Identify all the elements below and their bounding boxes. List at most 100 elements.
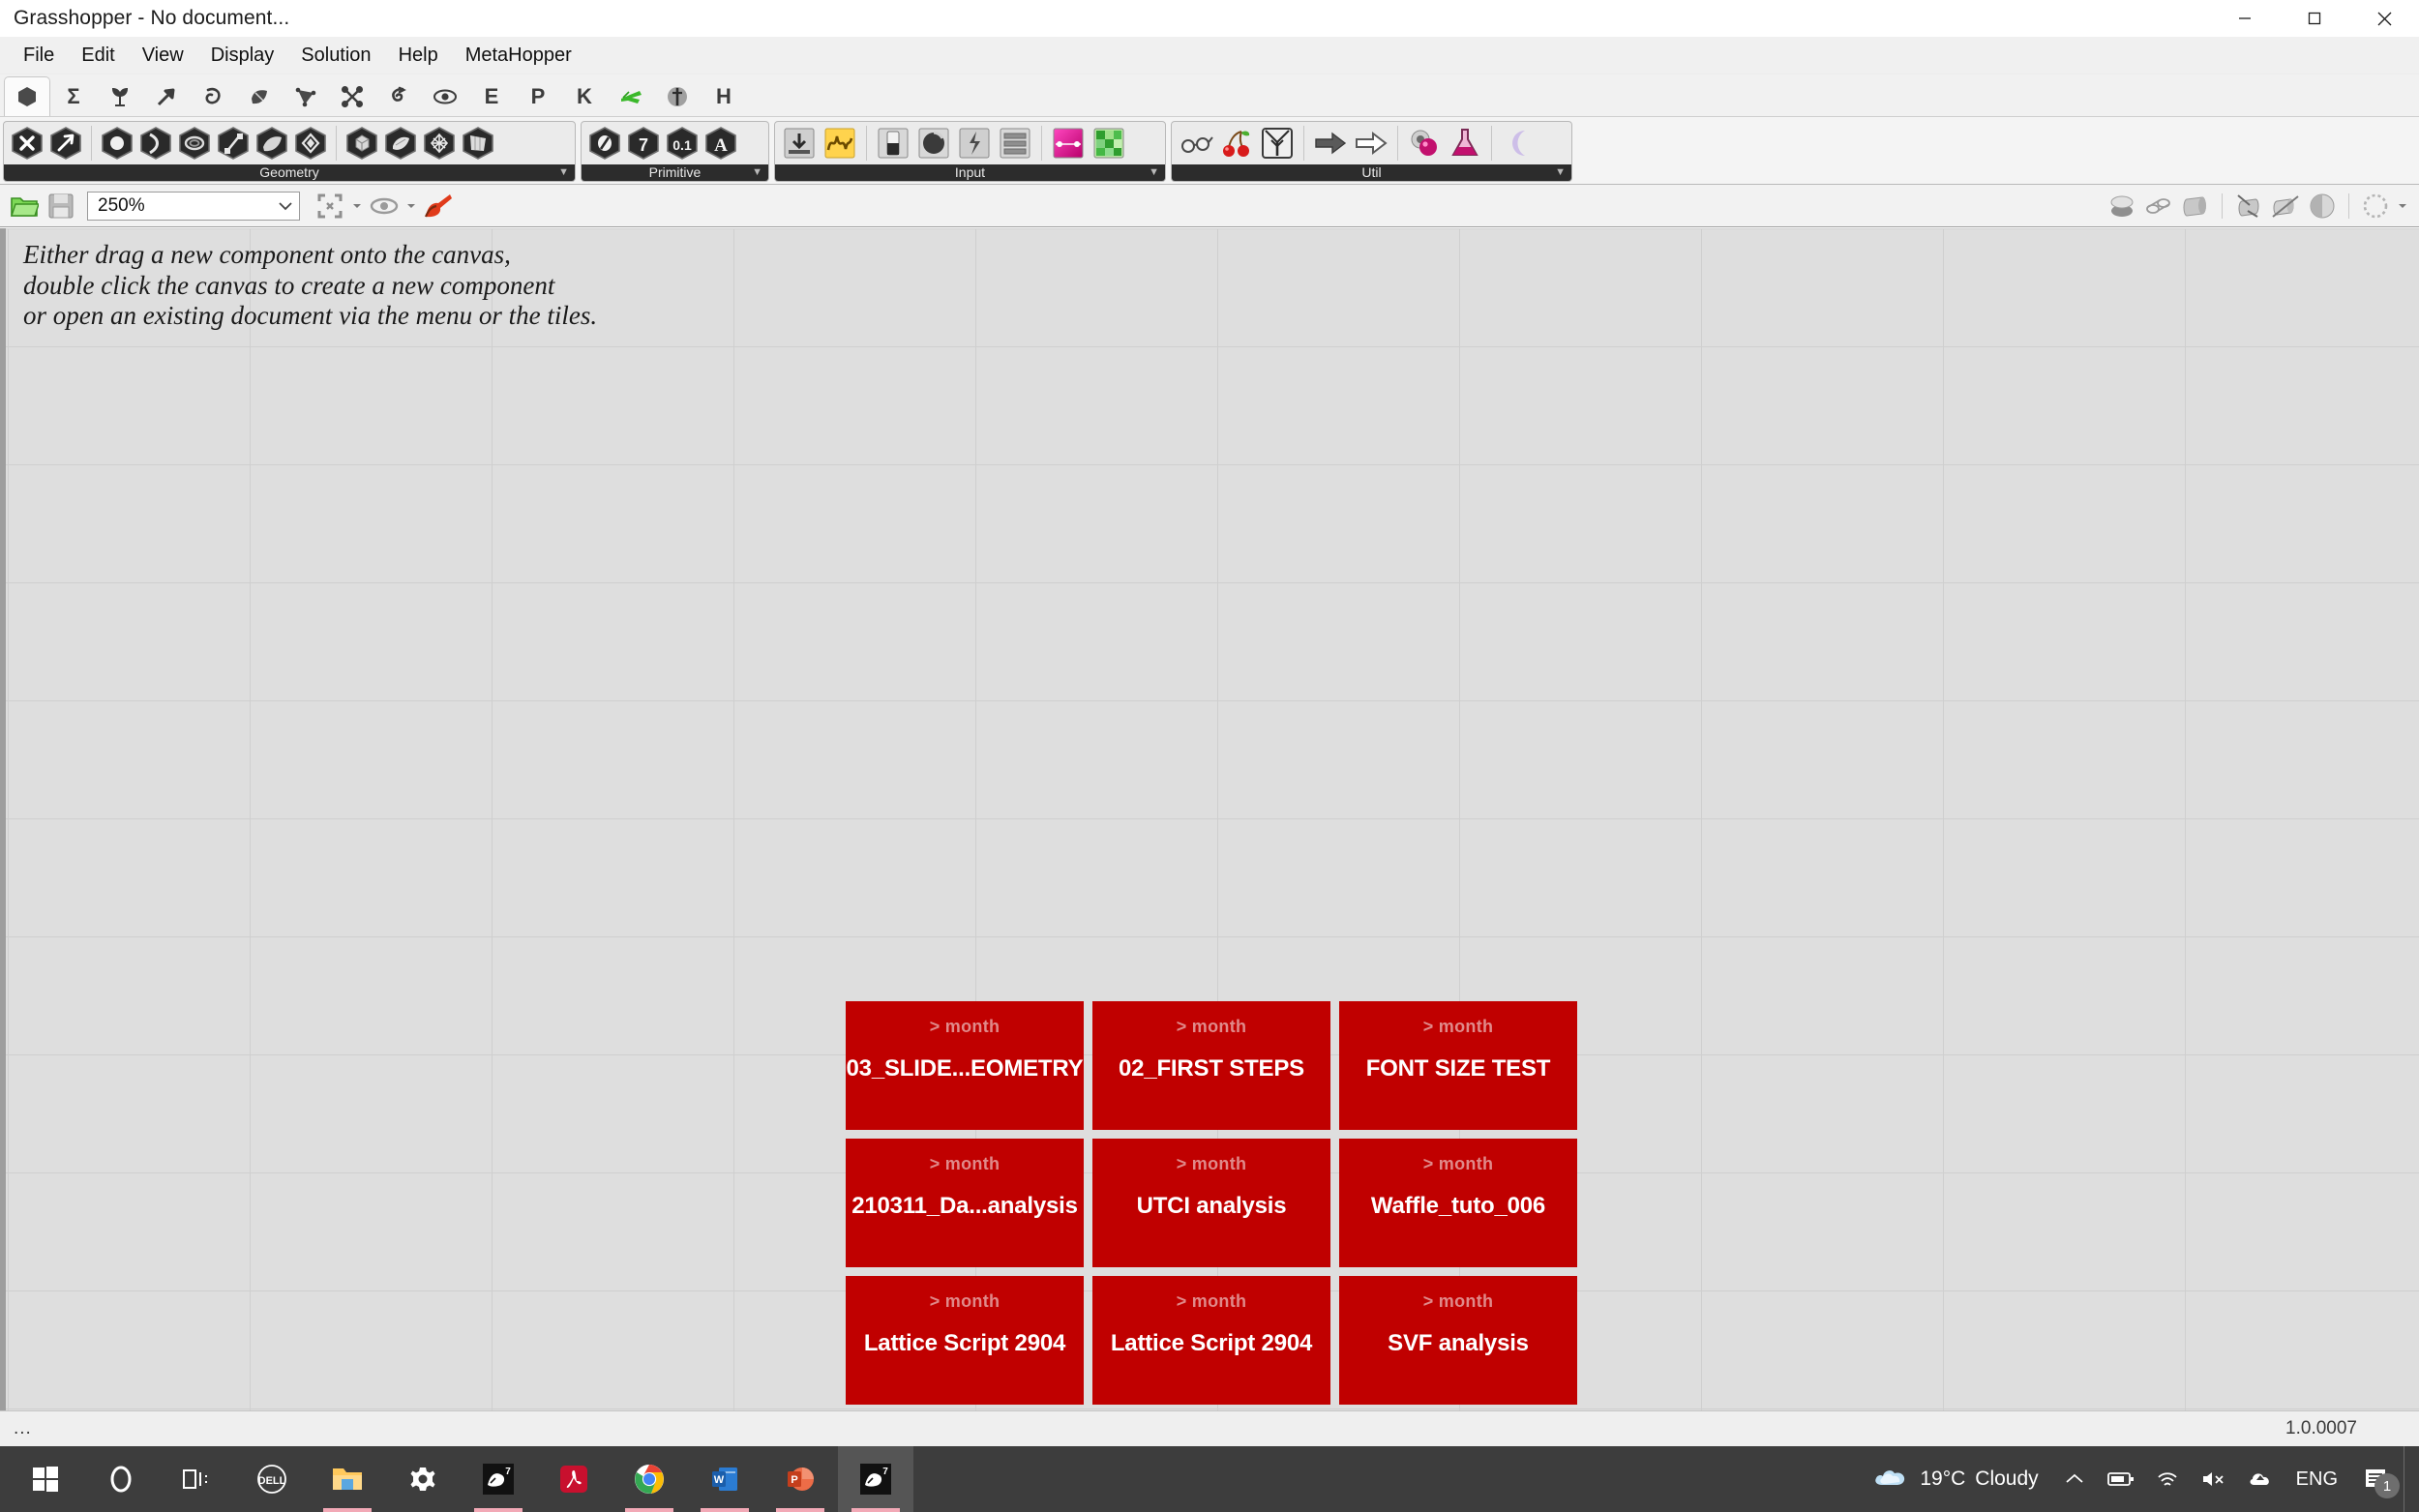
- hex-mesh-icon[interactable]: [381, 124, 420, 163]
- ribbon-tab-intersect[interactable]: [329, 76, 375, 116]
- moon-icon[interactable]: [1498, 124, 1538, 163]
- show-desktop-button[interactable]: [2404, 1446, 2413, 1512]
- document-tile[interactable]: > month 02_FIRST STEPS: [1092, 1001, 1330, 1130]
- menu-view[interactable]: View: [129, 43, 197, 68]
- primitive-group-label[interactable]: Primitive ▼: [582, 164, 768, 181]
- hex-subd-icon[interactable]: [459, 124, 497, 163]
- rhino-window[interactable]: 7: [838, 1446, 913, 1512]
- outline-arrow-icon[interactable]: [1351, 124, 1391, 163]
- menu-metahopper[interactable]: MetaHopper: [452, 43, 585, 68]
- weather-widget[interactable]: 19°C Cloudy: [1860, 1465, 2049, 1495]
- ribbon-tab-kangaroo[interactable]: K: [561, 76, 608, 116]
- start-button[interactable]: [8, 1446, 83, 1512]
- hex-letter-a-icon[interactable]: A: [702, 124, 740, 163]
- hex-meshface-icon[interactable]: [420, 124, 459, 163]
- document-tile[interactable]: > month 03_SLIDE...EOMETRY: [846, 1001, 1084, 1130]
- glasses-icon[interactable]: [1176, 124, 1216, 163]
- language-indicator[interactable]: ENG: [2285, 1468, 2349, 1491]
- input-group-label[interactable]: Input ▼: [775, 164, 1165, 181]
- document-tile[interactable]: > month 210311_Da...analysis: [846, 1139, 1084, 1267]
- hex-seven-icon[interactable]: 7: [624, 124, 663, 163]
- menu-help[interactable]: Help: [385, 43, 452, 68]
- file-explorer-app[interactable]: [310, 1446, 385, 1512]
- zoom-extents-dropdown[interactable]: [348, 190, 366, 222]
- hex-x-icon[interactable]: [8, 124, 46, 163]
- powerpoint-app[interactable]: P: [762, 1446, 838, 1512]
- cloud-upload-icon[interactable]: [2238, 1446, 2283, 1512]
- task-view-button[interactable]: [159, 1446, 234, 1512]
- ribbon-tab-surface[interactable]: [236, 76, 283, 116]
- ribbon-tab-grasshopper-plugin[interactable]: [608, 76, 654, 116]
- paintbrush-icon[interactable]: [420, 190, 457, 222]
- ribbon-tab-mesh[interactable]: [283, 76, 329, 116]
- hex-box-icon[interactable]: [343, 124, 381, 163]
- colour-swatch-icon[interactable]: [1089, 124, 1129, 163]
- mesh-preview-icon[interactable]: [2104, 190, 2140, 222]
- document-tile[interactable]: > month SVF analysis: [1339, 1276, 1577, 1405]
- save-disk-icon[interactable]: [43, 190, 79, 222]
- menu-file[interactable]: File: [10, 43, 68, 68]
- ribbon-tab-display[interactable]: [422, 76, 468, 116]
- hex-point-icon[interactable]: [98, 124, 136, 163]
- cluster-icon[interactable]: [1404, 124, 1445, 163]
- ribbon-tab-curve[interactable]: [190, 76, 236, 116]
- speaker-muted-icon[interactable]: [2192, 1446, 2236, 1512]
- half-sphere-icon[interactable]: [2304, 190, 2341, 222]
- ribbon-tab-elefront[interactable]: E: [468, 76, 515, 116]
- shaded-preview-icon[interactable]: [2177, 190, 2214, 222]
- acrobat-app[interactable]: [536, 1446, 612, 1512]
- gradient-icon[interactable]: [1048, 124, 1089, 163]
- wireframe-preview-icon[interactable]: [2140, 190, 2177, 222]
- document-tile[interactable]: > month Lattice Script 2904: [1092, 1276, 1330, 1405]
- document-tile[interactable]: > month Waffle_tuto_006: [1339, 1139, 1577, 1267]
- word-app[interactable]: W: [687, 1446, 762, 1512]
- preview-eye-icon[interactable]: [366, 190, 403, 222]
- hex-circle-icon[interactable]: [175, 124, 214, 163]
- zoom-level-combobox[interactable]: 250%: [87, 192, 300, 221]
- util-group-label[interactable]: Util ▼: [1172, 164, 1571, 181]
- ribbon-tab-transform[interactable]: [375, 76, 422, 116]
- value-list-icon[interactable]: [995, 124, 1035, 163]
- cortana-search-button[interactable]: [83, 1446, 159, 1512]
- maximize-button[interactable]: [2280, 0, 2349, 37]
- ribbon-tab-honeybee[interactable]: H: [701, 76, 747, 116]
- close-button[interactable]: [2349, 0, 2419, 37]
- menu-display[interactable]: Display: [197, 43, 288, 68]
- chevron-down-icon[interactable]: [278, 195, 293, 217]
- dotted-circle-icon[interactable]: [2357, 190, 2394, 222]
- preview-dropdown[interactable]: [403, 190, 420, 222]
- menu-solution[interactable]: Solution: [287, 43, 384, 68]
- solid-arrow-icon[interactable]: [1310, 124, 1351, 163]
- settings-app[interactable]: [385, 1446, 461, 1512]
- hex-brep-icon[interactable]: [291, 124, 330, 163]
- ribbon-tab-maths[interactable]: Σ: [50, 76, 97, 116]
- tree-icon[interactable]: [1257, 124, 1298, 163]
- widget-dropdown[interactable]: [2394, 190, 2411, 222]
- document-tile[interactable]: > month UTCI analysis: [1092, 1139, 1330, 1267]
- hex-line-icon[interactable]: [214, 124, 253, 163]
- rhino-app[interactable]: 7: [461, 1446, 536, 1512]
- chrome-app[interactable]: [612, 1446, 687, 1512]
- hex-number-icon[interactable]: 0.1: [663, 124, 702, 163]
- minimize-button[interactable]: [2210, 0, 2280, 37]
- import-icon[interactable]: [779, 124, 820, 163]
- document-tile[interactable]: > month FONT SIZE TEST: [1339, 1001, 1577, 1130]
- draw-icons-icon[interactable]: [2230, 190, 2267, 222]
- hex-arrow-icon[interactable]: [46, 124, 85, 163]
- hex-surface-icon[interactable]: [253, 124, 291, 163]
- geometry-group-label[interactable]: Geometry ▼: [4, 164, 575, 181]
- cherries-icon[interactable]: [1216, 124, 1257, 163]
- ribbon-tab-vector[interactable]: [143, 76, 190, 116]
- action-center-button[interactable]: 1: [2351, 1446, 2402, 1512]
- ribbon-tab-ladybug[interactable]: [654, 76, 701, 116]
- ribbon-tab-pufferfish[interactable]: P: [515, 76, 561, 116]
- fancy-wires-icon[interactable]: [2267, 190, 2304, 222]
- button-icon[interactable]: [954, 124, 995, 163]
- ribbon-tab-params[interactable]: [4, 76, 50, 116]
- open-folder-icon[interactable]: [6, 190, 43, 222]
- hex-boolean-icon[interactable]: [585, 124, 624, 163]
- dell-app[interactable]: DELL: [234, 1446, 310, 1512]
- knob-icon[interactable]: [913, 124, 954, 163]
- battery-icon[interactable]: [2099, 1446, 2143, 1512]
- ribbon-tab-sets[interactable]: [97, 76, 143, 116]
